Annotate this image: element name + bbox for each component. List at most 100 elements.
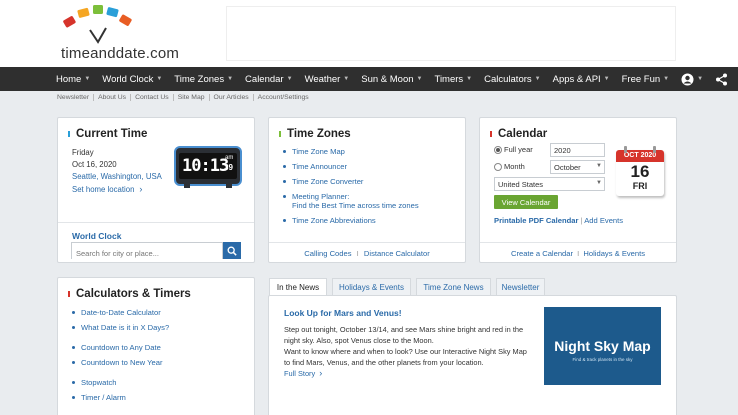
- nav-timers[interactable]: Timers ▼: [435, 74, 473, 85]
- set-home-label: Set home location: [72, 184, 135, 194]
- alarm-clock-icon: 10:13 am 39: [174, 146, 242, 188]
- nav-apps-api[interactable]: Apps & API ▼: [553, 74, 610, 85]
- nav-label: Weather: [304, 73, 341, 85]
- chevron-down-icon: ▼: [156, 76, 163, 82]
- current-time-card: Current Time Friday Oct 16, 2020 Seattle…: [57, 117, 255, 263]
- full-story-label: Full Story: [284, 369, 316, 378]
- calc-link-timer[interactable]: Timer / Alarm: [72, 393, 169, 402]
- tab-time-zone-news[interactable]: Time Zone News: [416, 278, 491, 296]
- chevron-down-icon: ▼: [416, 76, 423, 82]
- tz-link-meeting-planner[interactable]: Meeting Planner:: [283, 192, 419, 201]
- month-select[interactable]: October ▼: [550, 160, 605, 174]
- calculators-card: Calculators & Timers Date-to-Date Calcul…: [57, 277, 255, 415]
- nav-world-clock[interactable]: World Clock ▼: [102, 74, 162, 85]
- tz-link-converter[interactable]: Time Zone Converter: [283, 177, 419, 186]
- search-icon: [227, 246, 237, 256]
- ad-banner: [226, 6, 676, 61]
- clock-ampm: am: [225, 155, 234, 161]
- nav-calculators[interactable]: Calculators ▼: [484, 74, 540, 85]
- current-date: Oct 16, 2020: [72, 160, 117, 169]
- current-time-title: Current Time: [76, 128, 148, 140]
- country-select[interactable]: United States ▼: [494, 177, 605, 191]
- holidays-events-link[interactable]: Holidays & Events: [583, 249, 645, 258]
- tz-meeting-sub[interactable]: Find the Best Time across time zones: [283, 201, 419, 210]
- calc-link-date-to-date[interactable]: Date-to-Date Calculator: [72, 308, 169, 317]
- create-calendar-link[interactable]: Create a Calendar: [511, 249, 573, 258]
- calling-codes-link[interactable]: Calling Codes: [304, 249, 351, 258]
- set-home-link[interactable]: Set home location ›: [72, 184, 142, 194]
- subnav-contact[interactable]: Contact Us: [135, 94, 174, 101]
- add-events-link[interactable]: Add Events: [584, 216, 623, 225]
- tab-holidays-events[interactable]: Holidays & Events: [332, 278, 411, 296]
- chevron-down-icon: ▼: [466, 76, 473, 82]
- nav-label: Sun & Moon: [361, 73, 414, 85]
- calendar-title: Calendar: [498, 128, 548, 140]
- printable-calendar-link[interactable]: Printable PDF Calendar: [494, 216, 578, 225]
- card-title: Calculators & Timers: [68, 288, 191, 300]
- nav-label: Free Fun: [621, 73, 661, 85]
- tz-link-abbreviations[interactable]: Time Zone Abbreviations: [283, 216, 419, 225]
- subnav-sitemap[interactable]: Site Map: [178, 94, 210, 101]
- city-search-button[interactable]: [223, 242, 241, 259]
- nav-calendar[interactable]: Calendar ▼: [245, 74, 293, 85]
- nav-free-fun[interactable]: Free Fun ▼: [622, 74, 670, 85]
- month-label: Month: [504, 162, 525, 171]
- card-title: Time Zones: [279, 128, 351, 140]
- main-nav: Home ▼ World Clock ▼ Time Zones ▼ Calendar ▼…: [0, 67, 738, 91]
- calendar-icon-day: 16: [630, 162, 650, 181]
- nav-label: Calendar: [245, 73, 284, 85]
- calc-link-x-days[interactable]: What Date is it in X Days?: [72, 323, 169, 332]
- night-sky-map-image[interactable]: Night Sky Map Find & track planets in th…: [544, 307, 661, 385]
- chevron-down-icon: ▼: [227, 76, 234, 82]
- chevron-right-icon: ›: [139, 184, 143, 194]
- share-icon[interactable]: [715, 73, 728, 86]
- nav-label: Calculators: [484, 73, 532, 85]
- subnav-newsletter[interactable]: Newsletter: [57, 94, 95, 101]
- calc-link-countdown[interactable]: Countdown to Any Date: [72, 343, 169, 352]
- news-card: Look Up for Mars and Venus! Step out ton…: [268, 295, 677, 415]
- tz-link-announcer[interactable]: Time Announcer: [283, 162, 419, 171]
- card-title: Current Time: [68, 128, 147, 140]
- subnav-articles[interactable]: Our Articles: [214, 94, 254, 101]
- calc-link-stopwatch[interactable]: Stopwatch: [72, 378, 169, 387]
- full-year-label: Full year: [504, 145, 533, 154]
- nav-label: World Clock: [102, 73, 154, 85]
- view-calendar-button[interactable]: View Calendar: [494, 195, 558, 209]
- calculators-title: Calculators & Timers: [76, 288, 191, 300]
- footer-separator: I: [577, 249, 580, 258]
- chevron-down-icon: ▼: [603, 76, 610, 82]
- nav-weather[interactable]: Weather ▼: [305, 74, 350, 85]
- distance-calculator-link[interactable]: Distance Calculator: [364, 249, 430, 258]
- month-select-value: October: [554, 163, 581, 172]
- news-body-1: Step out tonight, October 13/14, and see…: [284, 325, 524, 345]
- subnav-about[interactable]: About Us: [98, 94, 132, 101]
- calendar-icon-weekday: FRI: [632, 181, 648, 191]
- tab-newsletter[interactable]: Newsletter: [496, 278, 545, 296]
- chevron-down-icon: ▼: [534, 76, 541, 82]
- sub-nav: Newsletter About Us Contact Us Site Map …: [57, 94, 317, 101]
- news-headline[interactable]: Look Up for Mars and Venus!: [284, 308, 402, 318]
- subnav-account[interactable]: Account/Settings: [258, 94, 313, 101]
- chevron-down-icon: ▼: [663, 76, 670, 82]
- nav-time-zones[interactable]: Time Zones ▼: [174, 74, 233, 85]
- nav-label: Home: [56, 73, 82, 85]
- current-location[interactable]: Seattle, Washington, USA: [72, 171, 162, 183]
- month-radio[interactable]: Month: [494, 162, 525, 171]
- calendar-date-icon: OCT 2020 16 FRI: [616, 146, 664, 196]
- city-search-input[interactable]: [72, 246, 222, 261]
- calc-link-new-year[interactable]: Countdown to New Year: [72, 358, 169, 367]
- tab-in-the-news[interactable]: In the News: [269, 278, 327, 296]
- time-zones-title: Time Zones: [287, 128, 351, 140]
- tz-link-map[interactable]: Time Zone Map: [283, 147, 419, 156]
- full-year-radio[interactable]: Full year: [494, 145, 533, 154]
- nav-home[interactable]: Home ▼: [56, 74, 90, 85]
- chevron-down-icon: ▼: [84, 76, 91, 82]
- world-clock-label[interactable]: World Clock: [72, 231, 121, 241]
- footer-separator: I: [356, 249, 359, 258]
- user-icon[interactable]: ▼: [681, 73, 703, 86]
- site-logo[interactable]: timeanddate.com: [40, 0, 200, 67]
- full-story-link[interactable]: Full Story ›: [284, 368, 534, 379]
- year-input[interactable]: 2020: [550, 143, 605, 157]
- chevron-down-icon: ▼: [596, 163, 602, 169]
- nav-sun-moon[interactable]: Sun & Moon ▼: [361, 74, 422, 85]
